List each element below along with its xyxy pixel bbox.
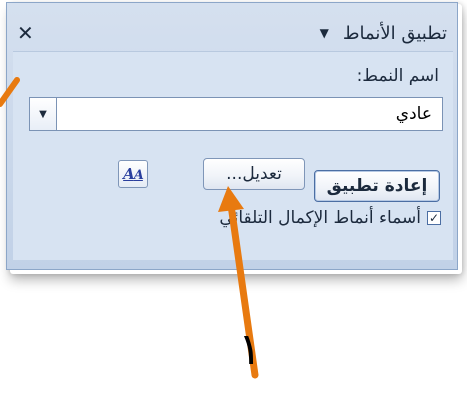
pane-title: تطبيق الأنماط: [342, 22, 447, 44]
modify-button[interactable]: تعديل...: [203, 158, 305, 190]
styles-pane-button[interactable]: AA: [118, 160, 148, 188]
screenshot-stage: تطبيق الأنماط ▼ ✕ اسم النمط: عادي ▼ إعاد…: [0, 0, 467, 398]
annotation-number: ١: [238, 324, 262, 375]
pane-title-bar: تطبيق الأنماط ▼ ✕: [13, 17, 453, 49]
triangle-down-icon[interactable]: ▼: [320, 26, 329, 40]
close-icon[interactable]: ✕: [17, 21, 34, 45]
reapply-button[interactable]: إعادة تطبيق: [314, 170, 440, 202]
style-name-value[interactable]: عادي: [57, 104, 442, 124]
styles-icon: AA: [123, 165, 144, 183]
autocomplete-checkbox[interactable]: ✓: [427, 211, 441, 225]
chevron-down-icon[interactable]: ▼: [30, 98, 57, 130]
autocomplete-label: أسماء أنماط الإكمال التلقائي: [219, 208, 421, 228]
style-name-label: اسم النمط:: [356, 66, 439, 86]
style-name-combobox[interactable]: عادي ▼: [29, 97, 443, 131]
apply-styles-pane: تطبيق الأنماط ▼ ✕ اسم النمط: عادي ▼ إعاد…: [6, 2, 458, 270]
autocomplete-checkbox-row[interactable]: ✓ أسماء أنماط الإكمال التلقائي: [219, 208, 441, 228]
